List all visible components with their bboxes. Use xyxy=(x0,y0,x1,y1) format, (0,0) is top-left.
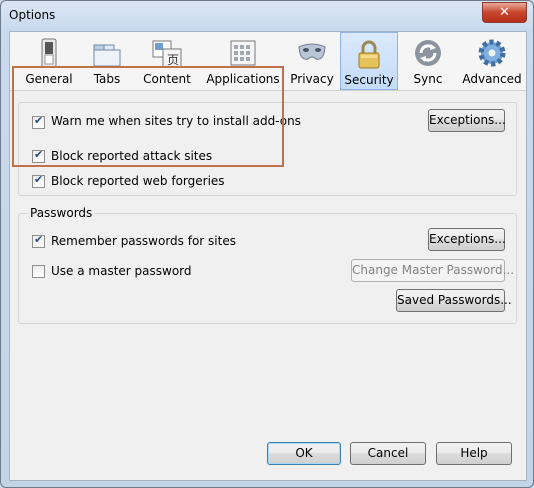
title-bar[interactable]: Options ✕ xyxy=(1,1,533,31)
switch-icon xyxy=(41,38,57,68)
applications-icon xyxy=(230,40,256,66)
block-forgeries-label: Block reported web forgeries xyxy=(51,174,225,188)
remember-passwords-checkbox[interactable] xyxy=(32,233,45,248)
tab-label: Privacy xyxy=(290,72,334,86)
annotation-highlight-box xyxy=(12,66,284,167)
tab-privacy[interactable]: Privacy xyxy=(288,32,336,90)
block-forgeries-checkbox[interactable] xyxy=(32,173,45,188)
addons-exceptions-button[interactable]: Exceptions... xyxy=(428,109,506,132)
gear-icon xyxy=(478,39,506,67)
tab-label: Sync xyxy=(413,72,443,86)
tabs-icon xyxy=(93,44,121,67)
padlock-icon xyxy=(358,40,380,69)
passwords-group-label: Passwords xyxy=(28,206,95,220)
tab-advanced[interactable]: Advanced xyxy=(462,32,522,90)
close-button[interactable]: ✕ xyxy=(482,2,527,23)
ok-button[interactable]: OK xyxy=(267,442,341,465)
change-master-password-button[interactable]: Change Master Password... xyxy=(351,259,514,282)
tab-label: Security xyxy=(344,73,394,87)
saved-passwords-button[interactable]: Saved Passwords... xyxy=(396,289,512,312)
passwords-exceptions-button[interactable]: Exceptions... xyxy=(428,228,506,251)
master-password-label: Use a master password xyxy=(51,264,192,278)
tab-sync[interactable]: Sync xyxy=(404,32,452,90)
options-window: Options ✕ General Tabs 页 Content Applica… xyxy=(0,0,534,488)
tab-label: Advanced xyxy=(462,72,522,86)
cancel-button[interactable]: Cancel xyxy=(350,442,426,465)
content-icon: 页 xyxy=(152,40,182,68)
master-password-checkbox[interactable] xyxy=(32,265,45,278)
mask-icon xyxy=(298,43,326,60)
close-icon: ✕ xyxy=(499,5,510,20)
remember-passwords-label: Remember passwords for sites xyxy=(51,234,236,248)
window-title: Options xyxy=(9,8,56,22)
tab-security[interactable]: Security xyxy=(340,32,398,90)
svg-text:页: 页 xyxy=(167,53,179,67)
sync-icon xyxy=(415,40,441,66)
help-button[interactable]: Help xyxy=(436,442,512,465)
